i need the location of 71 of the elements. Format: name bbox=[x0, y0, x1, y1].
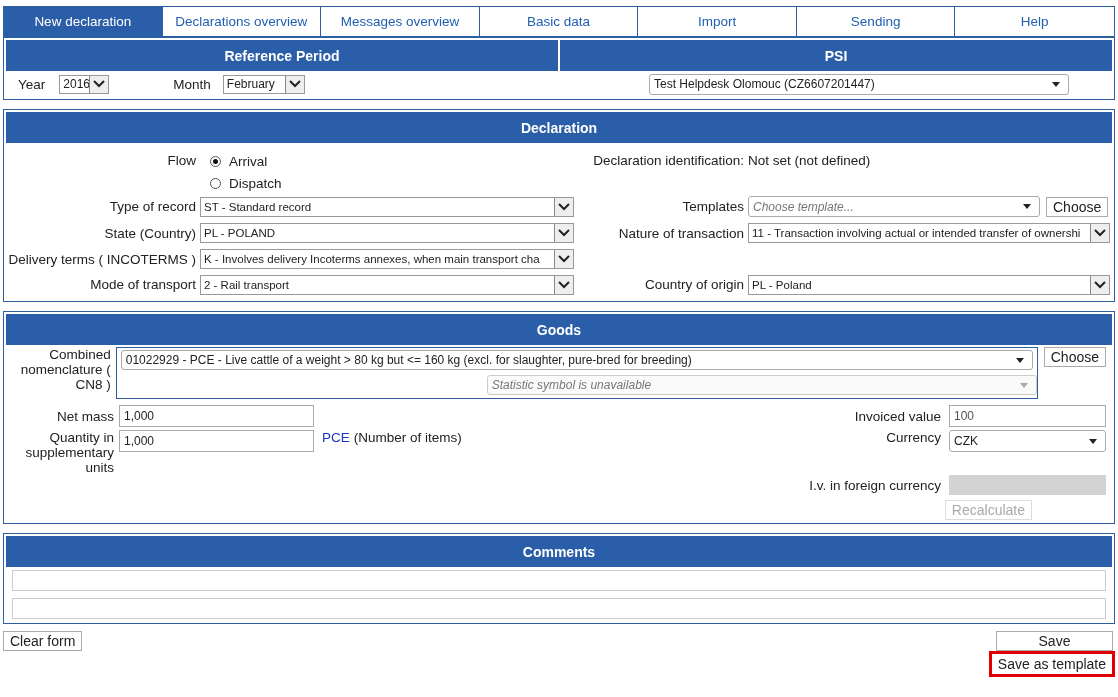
mode-of-transport-label: Mode of transport bbox=[89, 277, 196, 292]
quantity-input[interactable]: 1,000 bbox=[119, 430, 314, 452]
unit-note: (Number of items) bbox=[353, 430, 462, 445]
radio-option[interactable]: Arrival bbox=[200, 151, 574, 171]
chevron-icon bbox=[288, 80, 301, 88]
delivery-terms-dropdown[interactable]: K - Involves delivery Incoterms annexes, when main transport cha bbox=[200, 249, 574, 269]
type-of-record-dropdown[interactable]: ST - Standard record bbox=[200, 196, 574, 217]
nav-tab[interactable]: Help bbox=[955, 7, 1114, 37]
year-label: Year bbox=[18, 76, 46, 92]
choose-button[interactable]: Choose bbox=[1046, 196, 1109, 217]
section-header: Comments bbox=[6, 536, 1112, 567]
templates-dropdown[interactable]: Choose template... bbox=[748, 196, 1040, 217]
invoiced-value-input[interactable]: 100 bbox=[949, 405, 1106, 427]
country-of-origin-dropdown[interactable]: PL - Poland bbox=[748, 274, 1110, 295]
dropdown-arrow-icon bbox=[1019, 382, 1028, 388]
delivery-terms-label: Delivery terms ( INCOTERMS ) bbox=[7, 251, 196, 267]
type-of-record-label: Type of record bbox=[108, 199, 196, 214]
currency-dropdown[interactable]: CZK bbox=[949, 430, 1106, 452]
templates-label: Templates bbox=[681, 199, 744, 214]
chevron-icon bbox=[1094, 280, 1106, 289]
state-label: State (Country) bbox=[103, 225, 196, 241]
identification-value: Not set (not defined) bbox=[748, 152, 872, 168]
quantity-label: Quantity in supplementary units bbox=[24, 430, 114, 475]
chevron-icon bbox=[558, 255, 570, 263]
dropdown-arrow-icon bbox=[1089, 438, 1097, 444]
dropdown-arrow-icon bbox=[1015, 357, 1024, 363]
foreign-currency-label: I.v. in foreign currency bbox=[809, 477, 941, 493]
choose-button[interactable]: Choose bbox=[1043, 347, 1106, 367]
chevron-icon bbox=[558, 202, 570, 211]
section-header: Goods bbox=[6, 314, 1112, 345]
nav-tab[interactable]: Declarations overview bbox=[162, 7, 322, 37]
invoiced-value-label: Invoiced value bbox=[854, 408, 941, 424]
section-header: Declaration bbox=[6, 112, 1112, 143]
dropdown-arrow-icon bbox=[1052, 81, 1060, 87]
month-dropdown[interactable]: February bbox=[222, 74, 305, 94]
section-header: Reference Period bbox=[6, 40, 558, 71]
nature-dropdown[interactable]: 11 - Transaction involving actual or intended transfer of ownershi bbox=[748, 223, 1110, 243]
nature-label: Nature of transaction bbox=[617, 225, 744, 241]
country-of-origin-label: Country of origin bbox=[643, 277, 744, 292]
nav-tab[interactable]: Basic data bbox=[479, 7, 639, 37]
save-button[interactable]: Save bbox=[996, 631, 1113, 651]
psi-dropdown[interactable]: Test Helpdesk Olomouc (CZ6607201447) bbox=[649, 73, 1069, 95]
mode-of-transport-dropdown[interactable]: 2 - Rail transport bbox=[200, 274, 574, 295]
nav-tab[interactable]: Sending bbox=[796, 7, 956, 37]
save-as-template-button[interactable]: Save as template bbox=[988, 651, 1115, 677]
state-dropdown[interactable]: PL - POLAND bbox=[200, 223, 574, 243]
chevron-icon bbox=[93, 80, 106, 88]
nav-tab[interactable]: New declaration bbox=[4, 7, 163, 37]
net-mass-label: Net mass bbox=[56, 408, 114, 424]
dropdown-arrow-icon bbox=[1023, 204, 1031, 209]
net-mass-input[interactable]: 1,000 bbox=[119, 405, 314, 427]
chevron-icon bbox=[558, 229, 570, 237]
nav-tab[interactable]: Messages overview bbox=[321, 7, 480, 37]
unit-link[interactable]: PCE bbox=[322, 430, 350, 445]
identification-label: Declaration identification: bbox=[592, 152, 744, 168]
nav-tab[interactable]: Import bbox=[638, 7, 797, 37]
month-label: Month bbox=[173, 76, 211, 92]
comment-input[interactable] bbox=[12, 570, 1106, 591]
cn8-dropdown[interactable]: 01022929 - PCE - Live cattle of a weight > 80 kg but <= 160 kg (excl. for slaughter, pure-bred for breeding) bbox=[120, 350, 1033, 370]
cn8-label: Combined nomenclature ( CN8 ) bbox=[19, 347, 111, 392]
clear-form-button[interactable]: Clear form bbox=[3, 631, 83, 651]
radio-label: Arrival bbox=[229, 153, 268, 169]
radio-label: Dispatch bbox=[229, 175, 282, 191]
currency-label: Currency bbox=[886, 430, 941, 445]
chevron-icon bbox=[1094, 229, 1106, 237]
comment-input[interactable] bbox=[12, 598, 1106, 619]
year-dropdown[interactable]: 2016 bbox=[59, 74, 110, 94]
chevron-icon bbox=[558, 280, 570, 289]
section-header: PSI bbox=[560, 40, 1112, 71]
flow-label: Flow bbox=[166, 152, 196, 168]
radio-option[interactable]: Dispatch bbox=[200, 173, 574, 193]
